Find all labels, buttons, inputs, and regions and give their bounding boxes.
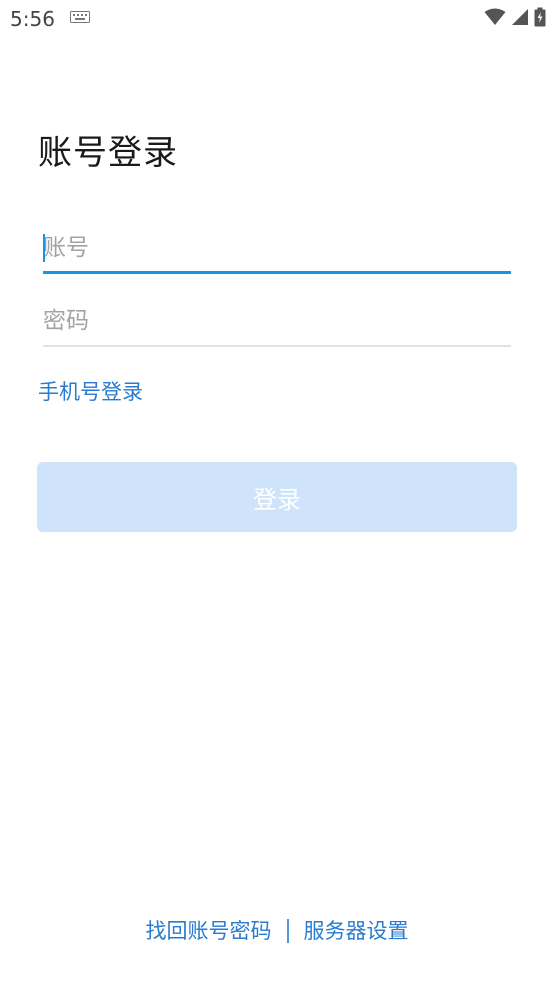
account-field-wrapper <box>43 224 511 274</box>
battery-charging-icon <box>534 7 546 27</box>
keyboard-icon <box>70 11 90 23</box>
account-input[interactable] <box>43 224 511 272</box>
page-title: 账号登录 <box>38 133 178 173</box>
wifi-icon <box>484 8 506 25</box>
password-input[interactable] <box>43 297 511 345</box>
footer-divider <box>286 919 289 943</box>
status-icons <box>484 7 546 27</box>
text-caret <box>43 234 45 262</box>
footer-links: 找回账号密码 服务器设置 <box>0 914 554 948</box>
status-time: 5:56 <box>10 7 55 31</box>
signal-icon <box>512 9 528 25</box>
account-underline <box>43 271 511 274</box>
status-bar: 5:56 <box>0 0 554 38</box>
server-settings-link[interactable]: 服务器设置 <box>304 914 409 948</box>
phone-login-link[interactable]: 手机号登录 <box>38 377 143 407</box>
password-underline <box>43 345 511 347</box>
password-field-wrapper <box>43 297 511 347</box>
recover-account-link[interactable]: 找回账号密码 <box>146 914 272 948</box>
login-button[interactable]: 登录 <box>37 462 517 532</box>
